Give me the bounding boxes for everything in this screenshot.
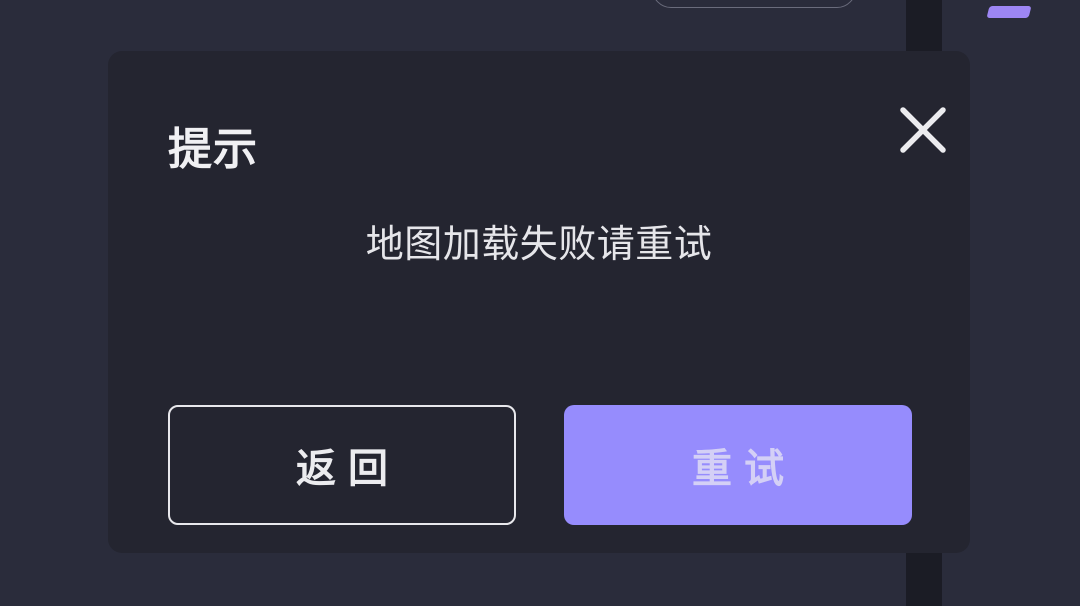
retry-button-label: 重试 (692, 446, 796, 492)
back-button[interactable]: 返回 (168, 405, 516, 525)
close-icon (900, 107, 946, 153)
close-button[interactable] (894, 101, 952, 159)
app-screen: 提示 地图加载失败请重试 返回 重试 (0, 0, 1080, 606)
accent-tab-indicator[interactable] (986, 6, 1032, 18)
background-pill-button[interactable] (652, 0, 856, 8)
alert-dialog: 提示 地图加载失败请重试 返回 重试 (108, 51, 970, 553)
retry-button[interactable]: 重试 (564, 405, 912, 525)
back-button-label: 返回 (296, 446, 400, 492)
dialog-message: 地图加载失败请重试 (365, 222, 713, 266)
dialog-title: 提示 (168, 124, 258, 175)
